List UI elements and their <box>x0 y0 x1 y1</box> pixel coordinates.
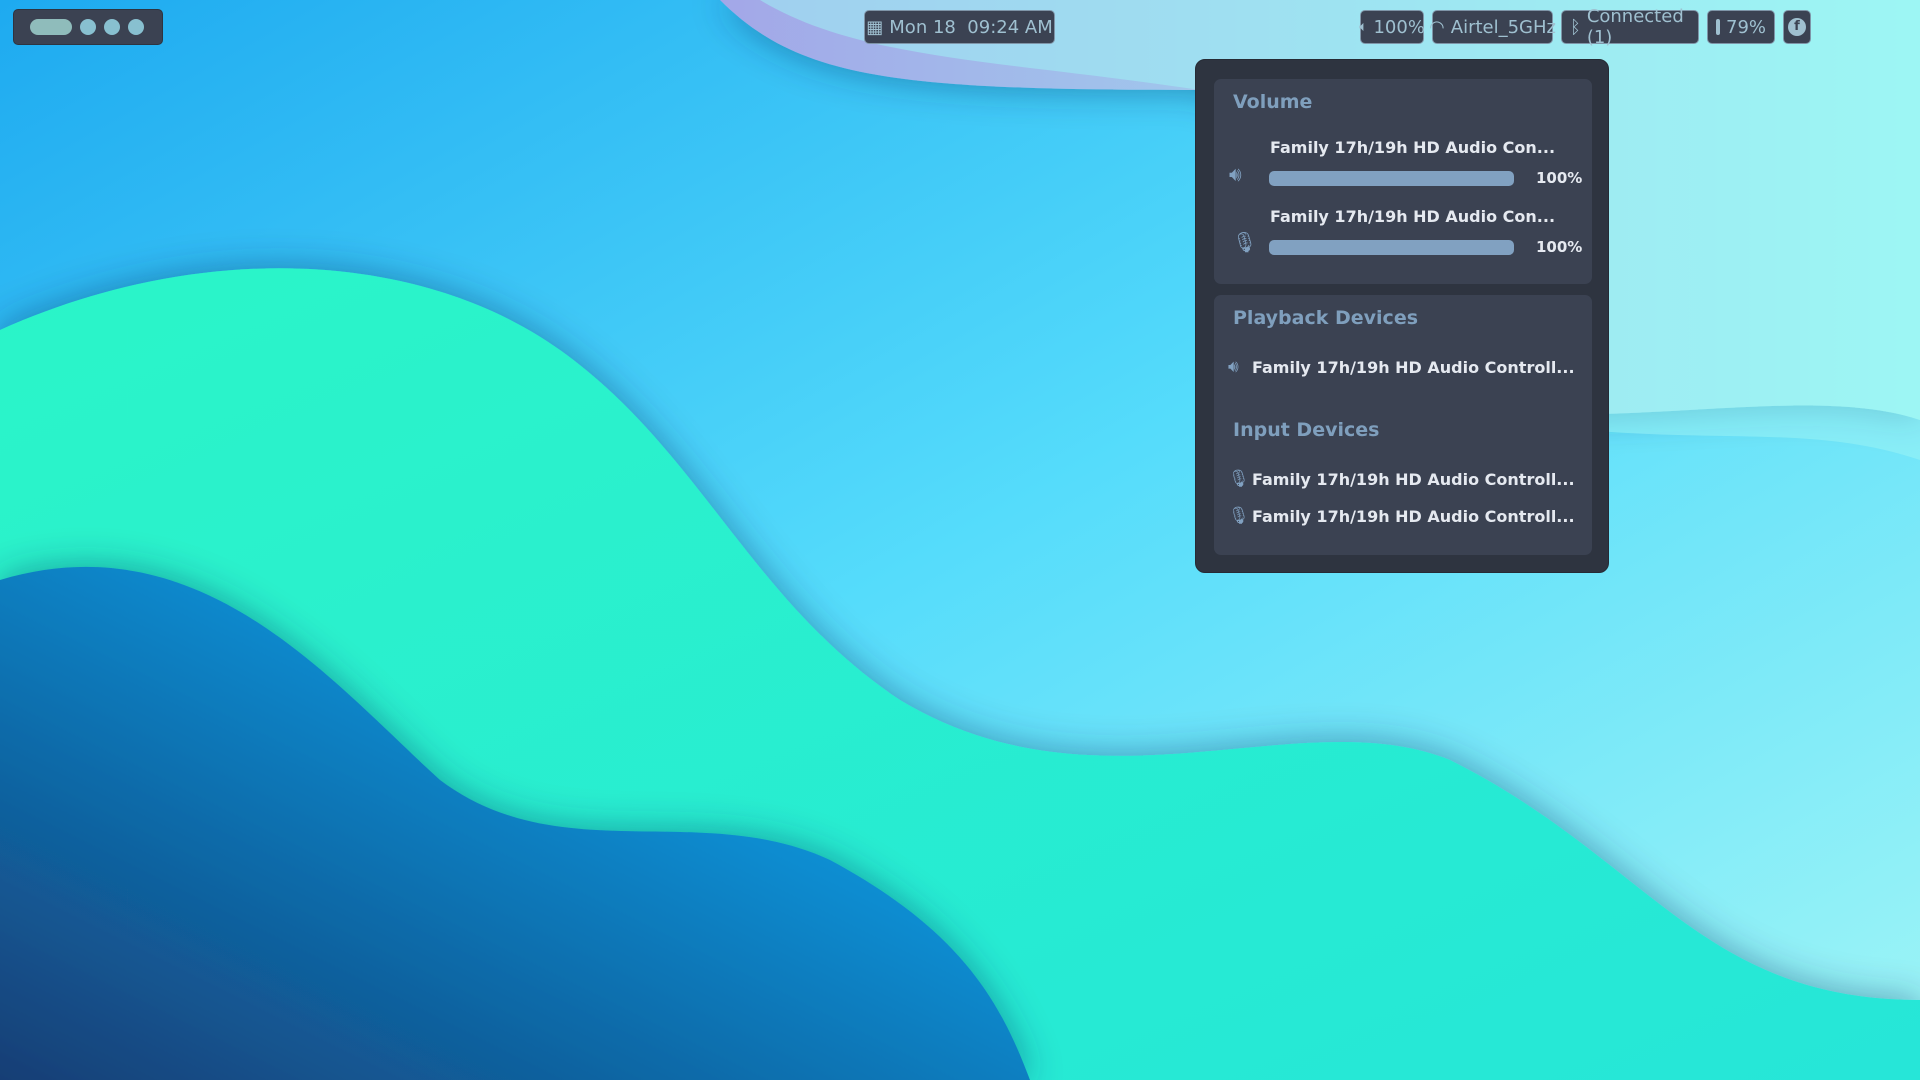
microphone-icon: 🎙︎ <box>1228 506 1250 526</box>
input-device-name: Family 17h/19h HD Audio Con... <box>1270 207 1556 226</box>
audio-menu: Volume Family 17h/19h HD Audio Con... 🔊︎… <box>1195 59 1609 573</box>
fedora-menu-button[interactable]: f <box>1783 10 1811 44</box>
bluetooth-icon: ᛒ <box>1570 16 1581 38</box>
output-device-name: Family 17h/19h HD Audio Con... <box>1270 138 1556 157</box>
bluetooth-button[interactable]: ᛒ Connected (1) <box>1561 6 1699 48</box>
speaker-icon: 🔈︎ <box>1359 19 1368 35</box>
output-volume-value: 100% <box>1536 169 1583 187</box>
input-volume-slider[interactable] <box>1269 240 1514 255</box>
microphone-icon: 🎙︎ <box>1228 469 1250 489</box>
wifi-icon: ◠ <box>1429 16 1445 38</box>
battery-icon <box>1716 19 1720 35</box>
speaker-icon[interactable]: 🔊︎ <box>1229 162 1242 186</box>
workspace-switcher[interactable] <box>13 9 163 45</box>
volume-section: Volume Family 17h/19h HD Audio Con... 🔊︎… <box>1214 79 1592 284</box>
devices-section: Playback Devices 🔊︎ Family 17h/19h HD Au… <box>1214 295 1592 555</box>
playback-device-item[interactable]: 🔊︎ Family 17h/19h HD Audio Controll... <box>1228 357 1578 381</box>
battery-button[interactable]: 79% <box>1707 10 1775 44</box>
input-device-item[interactable]: 🎙︎ Family 17h/19h HD Audio Controll... <box>1228 506 1578 530</box>
workspace-3[interactable] <box>104 19 120 35</box>
playback-devices-heading: Playback Devices <box>1233 307 1419 329</box>
workspace-4[interactable] <box>128 19 144 35</box>
speaker-icon: 🔊︎ <box>1228 357 1239 377</box>
input-device-item[interactable]: 🎙︎ Family 17h/19h HD Audio Controll... <box>1228 469 1578 493</box>
desktop-wallpaper <box>0 0 1920 1080</box>
fedora-icon: f <box>1788 18 1806 36</box>
input-devices-heading: Input Devices <box>1233 419 1380 441</box>
calendar-icon: ▦ <box>866 16 884 38</box>
workspace-1-active[interactable] <box>30 19 72 35</box>
microphone-icon[interactable]: 🎙︎ <box>1232 230 1257 254</box>
clock-button[interactable]: ▦ Mon 18 09:24 AM <box>864 10 1055 44</box>
input-volume-value: 100% <box>1536 238 1583 256</box>
volume-button[interactable]: 🔈︎ 100% <box>1359 10 1425 44</box>
output-volume-slider[interactable] <box>1269 171 1514 186</box>
wifi-button[interactable]: ◠ Airtel_5GHz <box>1429 10 1556 44</box>
volume-heading: Volume <box>1233 91 1313 113</box>
workspace-2[interactable] <box>80 19 96 35</box>
